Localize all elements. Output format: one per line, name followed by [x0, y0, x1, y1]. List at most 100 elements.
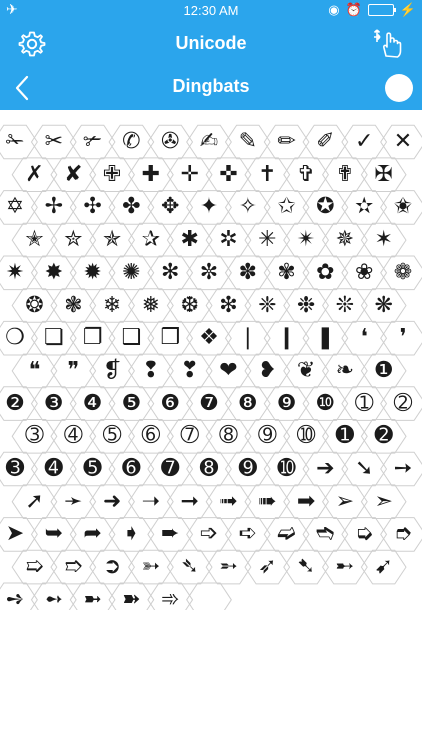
dingbat-glyph[interactable]: ➠: [249, 487, 285, 517]
dingbat-glyph[interactable]: ✍: [191, 127, 227, 157]
toggle-button[interactable]: [385, 74, 413, 102]
dingbat-glyph[interactable]: ❇: [211, 291, 247, 321]
dingbat-glyph[interactable]: ❥: [249, 356, 285, 386]
dingbat-glyph[interactable]: ❚: [307, 323, 343, 353]
dingbat-glyph[interactable]: ➱: [55, 552, 91, 582]
dingbat-glyph[interactable]: ➦: [75, 519, 111, 549]
dingbat-glyph[interactable]: ✓: [346, 127, 382, 157]
dingbat-glyph[interactable]: ➹: [366, 552, 402, 582]
dingbat-glyph[interactable]: ✯: [94, 225, 130, 255]
dingbat-glyph[interactable]: ❙: [269, 323, 305, 353]
dingbat-glyph[interactable]: ➛: [55, 487, 91, 517]
dingbat-glyph[interactable]: ❘: [230, 323, 266, 353]
dingbat-glyph[interactable]: ❹: [75, 389, 111, 419]
dingbat-glyph[interactable]: ❁: [385, 258, 421, 288]
dingbat-glyph[interactable]: ❸: [36, 389, 72, 419]
dingbat-glyph[interactable]: ➘: [346, 454, 382, 484]
dingbat-glyph[interactable]: ❤: [211, 356, 247, 386]
dingbat-glyph[interactable]: ❋: [366, 291, 402, 321]
dingbat-glyph[interactable]: ✪: [307, 192, 343, 222]
dingbat-glyph[interactable]: ✏: [269, 127, 305, 157]
dingbat-glyph[interactable]: ➽: [113, 585, 149, 615]
dingbat-glyph[interactable]: ❄: [94, 291, 130, 321]
dingbat-glyph[interactable]: ➵: [211, 552, 247, 582]
dingbat-glyph[interactable]: ✚: [133, 160, 169, 190]
dingbat-glyph[interactable]: ➆: [172, 421, 208, 451]
dingbat-glyph[interactable]: ➄: [94, 421, 130, 451]
dingbat-glyph[interactable]: ❣: [172, 356, 208, 386]
dingbat-glyph[interactable]: ❊: [327, 291, 363, 321]
dingbat-glyph[interactable]: ➢: [327, 487, 363, 517]
dingbat-glyph[interactable]: ❢: [133, 356, 169, 386]
dingbat-glyph[interactable]: ➀: [346, 389, 382, 419]
hex-cell[interactable]: [186, 582, 232, 610]
dingbat-glyph[interactable]: ➅: [133, 421, 169, 451]
dingbat-glyph[interactable]: ✕: [385, 127, 421, 157]
dingbat-glyph[interactable]: ➾: [152, 585, 188, 615]
dingbat-glyph[interactable]: ❆: [172, 291, 208, 321]
dingbat-glyph[interactable]: ❍: [0, 323, 33, 353]
dingbat-glyph[interactable]: ➴: [172, 552, 208, 582]
dingbat-glyph[interactable]: ➻: [36, 585, 72, 615]
dingbat-glyph[interactable]: ✁: [0, 127, 33, 157]
dingbat-glyph[interactable]: ✞: [288, 160, 324, 190]
dingbat-glyph[interactable]: ➁: [385, 389, 421, 419]
dingbat-glyph[interactable]: ✷: [0, 258, 33, 288]
dingbat-glyph[interactable]: ➈: [249, 421, 285, 451]
dingbat-glyph[interactable]: ➔: [307, 454, 343, 484]
dingbat-glyph[interactable]: ➣: [366, 487, 402, 517]
dingbat-glyph[interactable]: ❖: [191, 323, 227, 353]
dingbat-glyph[interactable]: ✦: [191, 192, 227, 222]
dingbat-glyph[interactable]: ✎: [230, 127, 266, 157]
dingbat-glyph[interactable]: ✤: [113, 192, 149, 222]
dingbat-glyph[interactable]: ➯: [17, 552, 53, 582]
dingbat-glyph[interactable]: ➏: [113, 454, 149, 484]
dingbat-glyph[interactable]: ✗: [17, 160, 53, 190]
dingbat-glyph[interactable]: ➒: [230, 454, 266, 484]
dingbat-glyph[interactable]: ➋: [366, 421, 402, 451]
dingbat-glyph[interactable]: ➫: [269, 519, 305, 549]
dingbat-glyph[interactable]: ✽: [230, 258, 266, 288]
dingbat-glyph[interactable]: ❺: [113, 389, 149, 419]
dingbat-glyph[interactable]: ❡: [94, 356, 130, 386]
dingbat-glyph[interactable]: ❝: [17, 356, 53, 386]
dingbat-glyph[interactable]: ➐: [152, 454, 188, 484]
dingbat-glyph[interactable]: ✝: [249, 160, 285, 190]
dingbat-glyph[interactable]: ➲: [94, 552, 130, 582]
dingbat-glyph[interactable]: ✱: [172, 225, 208, 255]
dingbat-glyph[interactable]: ➩: [191, 519, 227, 549]
dingbat-glyph[interactable]: ❑: [113, 323, 149, 353]
dingbat-glyph[interactable]: ➓: [269, 454, 305, 484]
dingbat-glyph[interactable]: ➂: [17, 421, 53, 451]
dingbat-glyph[interactable]: ✩: [269, 192, 305, 222]
dingbat-glyph[interactable]: ✾: [269, 258, 305, 288]
dingbat-glyph[interactable]: ✙: [94, 160, 130, 190]
dingbat-glyph[interactable]: ✫: [346, 192, 382, 222]
dingbat-glyph[interactable]: ✠: [366, 160, 402, 190]
dingbat-glyph[interactable]: ➬: [307, 519, 343, 549]
dingbat-glyph[interactable]: ✣: [75, 192, 111, 222]
dingbat-glyph[interactable]: ✻: [152, 258, 188, 288]
dingbat-glyph[interactable]: ➨: [152, 519, 188, 549]
dingbat-glyph[interactable]: ✭: [17, 225, 53, 255]
dingbat-glyph[interactable]: ✃: [75, 127, 111, 157]
dingbat-glyph[interactable]: ✡: [0, 192, 33, 222]
dingbat-glyph[interactable]: ➚: [17, 487, 53, 517]
dingbat-glyph[interactable]: ❼: [191, 389, 227, 419]
dingbat-glyph[interactable]: ❛: [346, 323, 382, 353]
dingbat-glyph[interactable]: ➭: [346, 519, 382, 549]
dingbat-glyph[interactable]: ❿: [307, 389, 343, 419]
dingbat-glyph[interactable]: ➍: [36, 454, 72, 484]
dingbat-glyph[interactable]: ➶: [249, 552, 285, 582]
dingbat-glyph[interactable]: ✼: [191, 258, 227, 288]
dingbat-glyph[interactable]: ✴: [288, 225, 324, 255]
dingbat-glyph[interactable]: ➊: [327, 421, 363, 451]
dingbat-glyph[interactable]: ✥: [152, 192, 188, 222]
dingbat-glyph[interactable]: ✘: [55, 160, 91, 190]
dingbat-glyph[interactable]: ✬: [385, 192, 421, 222]
dingbat-glyph[interactable]: ✰: [133, 225, 169, 255]
dingbat-glyph[interactable]: ❅: [133, 291, 169, 321]
dingbat-glyph[interactable]: ➺: [0, 585, 33, 615]
dingbat-glyph[interactable]: ➳: [133, 552, 169, 582]
dingbat-glyph[interactable]: ❃: [55, 291, 91, 321]
